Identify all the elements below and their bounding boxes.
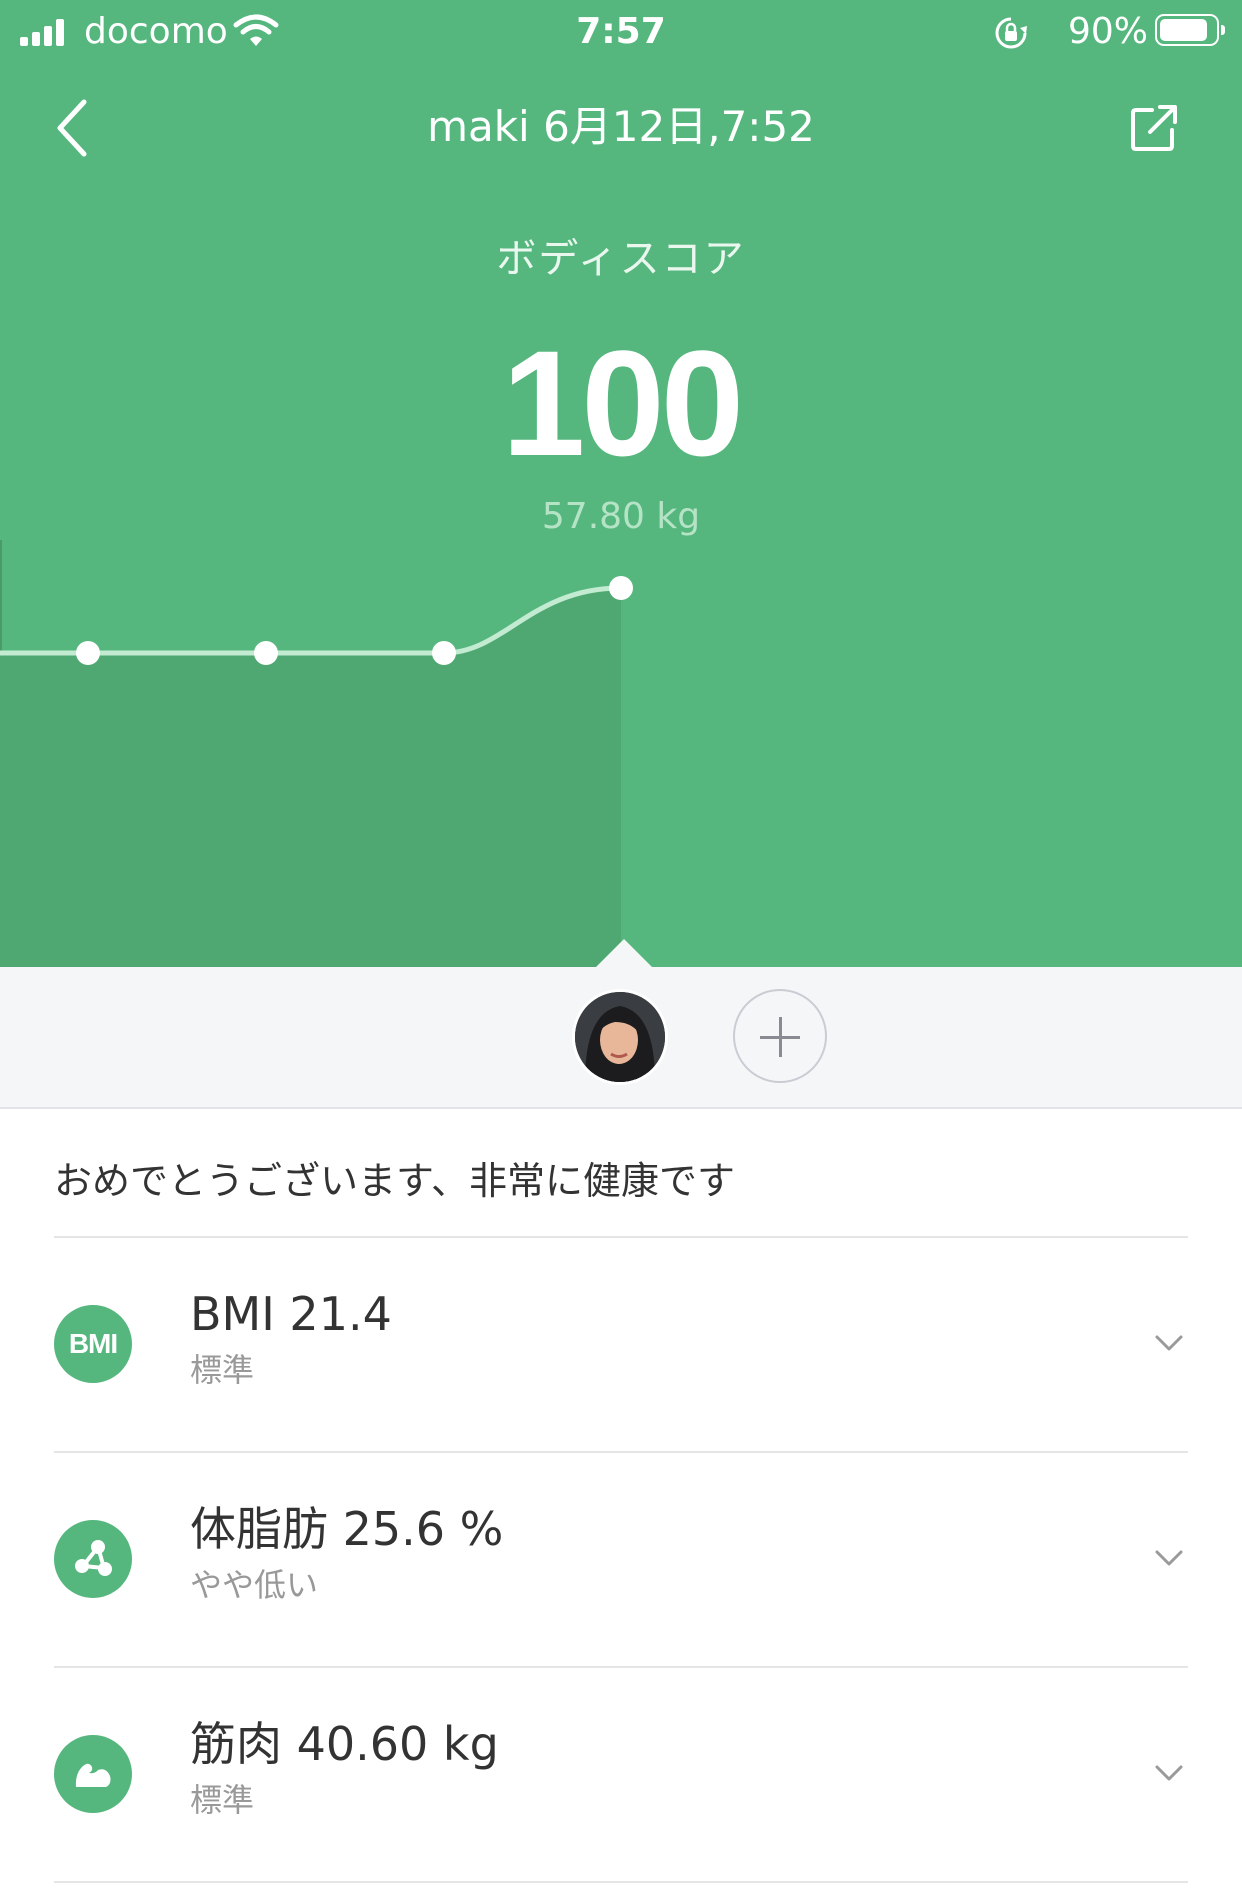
metric-row-body-fat[interactable]: 体脂肪 25.6 % やや低い — [0, 1453, 1242, 1666]
metric-title: 体脂肪 25.6 % — [190, 1502, 504, 1556]
weight-value: 57.80 kg — [541, 496, 701, 537]
user-switcher — [0, 939, 1242, 1109]
add-user-button[interactable] — [733, 989, 827, 1083]
status-time: 7:57 — [576, 11, 666, 52]
bmi-icon: BMI — [54, 1305, 132, 1383]
trend-point[interactable] — [254, 641, 278, 665]
metric-status: 標準 — [190, 1781, 255, 1819]
rotation-lock-icon — [995, 17, 1027, 49]
battery-percent: 90% — [1068, 11, 1149, 52]
summary-panel: docomo 7:57 90% maki 6月12日,7:52 ボディスコア 1… — [0, 0, 1242, 967]
trend-point[interactable] — [76, 641, 100, 665]
divider — [54, 1881, 1188, 1883]
chevron-down-icon — [1155, 1765, 1183, 1781]
body-score-value: 100 — [501, 319, 744, 487]
muscle-icon — [54, 1735, 132, 1813]
selected-pointer — [596, 939, 652, 967]
body-fat-icon — [54, 1520, 132, 1598]
metric-row-bmi[interactable]: BMI BMI 21.4 標準 — [0, 1238, 1242, 1451]
metric-row-muscle[interactable]: 筋肉 40.60 kg 標準 — [0, 1668, 1242, 1881]
page-title: maki 6月12日,7:52 — [427, 102, 815, 151]
back-button[interactable] — [48, 96, 100, 160]
battery-icon — [1155, 14, 1225, 46]
metric-status: 標準 — [190, 1351, 255, 1389]
metric-title: 筋肉 40.60 kg — [190, 1717, 499, 1771]
trend-point[interactable] — [432, 641, 456, 665]
status-bar: docomo 7:57 90% — [0, 0, 1242, 64]
share-icon — [1131, 105, 1177, 151]
score-label: ボディスコア — [496, 236, 746, 282]
trend-point[interactable] — [609, 576, 633, 600]
chevron-left-icon — [57, 99, 87, 157]
chevron-down-icon — [1155, 1550, 1183, 1566]
score-trend-chart — [0, 540, 633, 967]
metric-status: やや低い — [190, 1566, 319, 1604]
metric-title: BMI 21.4 — [190, 1287, 392, 1341]
chevron-down-icon — [1155, 1335, 1183, 1351]
share-button[interactable] — [1126, 100, 1182, 156]
health-message: おめでとうございます、非常に健康です — [54, 1159, 735, 1203]
user-avatar[interactable] — [572, 989, 668, 1085]
